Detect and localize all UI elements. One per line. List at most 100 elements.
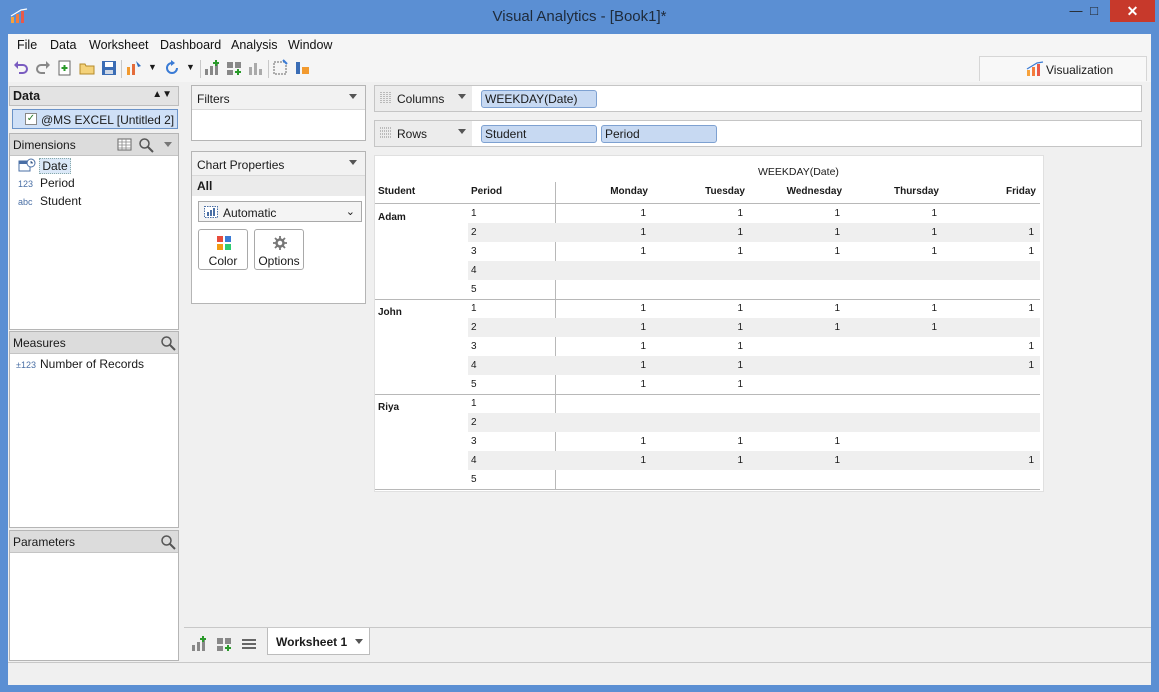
chevron-down-icon[interactable] bbox=[164, 142, 172, 147]
filters-title: Filters bbox=[197, 92, 230, 106]
group-divider bbox=[375, 394, 1040, 395]
chevron-down-icon[interactable] bbox=[355, 639, 363, 644]
dimensions-header: Dimensions bbox=[10, 134, 178, 156]
maximize-button[interactable]: □ bbox=[1080, 0, 1108, 22]
period-label: 1 bbox=[471, 303, 477, 314]
column-header-day: Monday bbox=[610, 186, 648, 197]
parameters-header: Parameters bbox=[10, 531, 178, 553]
chevron-down-icon[interactable] bbox=[349, 160, 357, 165]
row-band bbox=[468, 223, 1040, 242]
data-source-icon[interactable] bbox=[125, 59, 143, 77]
worksheet-tab[interactable]: Worksheet 1 bbox=[267, 628, 370, 655]
options-button-label: Options bbox=[258, 254, 300, 268]
crosstab-view[interactable]: WEEKDAY(Date) Student Period Monday Tuesd… bbox=[374, 155, 1044, 492]
save-icon[interactable] bbox=[100, 59, 118, 77]
chevron-down-icon[interactable] bbox=[349, 94, 357, 99]
menu-window[interactable]: Window bbox=[288, 38, 332, 52]
refresh-icon[interactable] bbox=[163, 59, 181, 77]
record-count-cell: 1 bbox=[931, 227, 937, 238]
measure-field[interactable]: ±123 Number of Records bbox=[16, 357, 144, 373]
divider bbox=[375, 203, 1040, 204]
sort-icon[interactable]: ▲▼ bbox=[152, 89, 172, 100]
chevron-down-icon[interactable] bbox=[458, 129, 466, 134]
student-label: Riya bbox=[378, 402, 400, 413]
record-count-cell: 1 bbox=[737, 360, 743, 371]
row-pill-label: Student bbox=[485, 127, 527, 141]
sheet-list-icon[interactable] bbox=[240, 635, 258, 653]
all-marks-row[interactable]: All bbox=[192, 176, 365, 196]
record-count-cell: 1 bbox=[834, 208, 840, 219]
record-count-cell: 1 bbox=[834, 303, 840, 314]
mark-type-select[interactable]: Automatic ⌄ bbox=[198, 201, 362, 222]
new-dashboard-icon[interactable] bbox=[225, 59, 243, 77]
dropdown-arrow-icon[interactable]: ▼ bbox=[186, 62, 204, 80]
new-worksheet-icon[interactable] bbox=[190, 635, 208, 653]
row-band bbox=[468, 413, 1040, 432]
period-label: 1 bbox=[471, 398, 477, 409]
chevron-down-icon[interactable] bbox=[458, 94, 466, 99]
dimension-name: Period bbox=[40, 176, 75, 190]
automatic-mark-icon bbox=[204, 206, 218, 218]
menu-file[interactable]: File bbox=[17, 38, 37, 52]
menu-worksheet[interactable]: Worksheet bbox=[89, 38, 149, 52]
new-dashboard-icon[interactable] bbox=[215, 635, 233, 653]
swap-icon[interactable] bbox=[293, 59, 311, 77]
gear-icon bbox=[273, 236, 287, 250]
menu-data[interactable]: Data bbox=[50, 38, 76, 52]
filters-card[interactable]: Filters bbox=[191, 85, 366, 141]
group-divider bbox=[375, 299, 1040, 300]
period-label: 3 bbox=[471, 246, 477, 257]
row-pill-period[interactable]: Period bbox=[601, 125, 717, 143]
color-button[interactable]: Color bbox=[198, 229, 248, 270]
dimensions-title: Dimensions bbox=[13, 138, 76, 152]
checkmark-icon[interactable]: ✓ bbox=[25, 113, 37, 125]
record-count-cell: 1 bbox=[640, 246, 646, 257]
record-count-cell: 1 bbox=[737, 303, 743, 314]
open-icon[interactable] bbox=[78, 59, 96, 77]
undo-icon[interactable] bbox=[12, 59, 30, 77]
visualization-tab-label: Visualization bbox=[1046, 63, 1114, 77]
chart-icon[interactable] bbox=[247, 59, 265, 77]
options-button[interactable]: Options bbox=[254, 229, 304, 270]
record-count-cell: 1 bbox=[834, 227, 840, 238]
search-icon[interactable] bbox=[160, 534, 176, 550]
redo-icon[interactable] bbox=[34, 59, 52, 77]
dimension-field[interactable]: 123 Period bbox=[18, 176, 75, 192]
chevron-down-icon: ⌄ bbox=[345, 206, 355, 218]
period-label: 2 bbox=[471, 322, 477, 333]
dimension-field[interactable]: Date bbox=[18, 158, 71, 174]
record-count-cell: 1 bbox=[1028, 455, 1034, 466]
visualization-tab[interactable]: Visualization bbox=[979, 56, 1147, 81]
period-label: 3 bbox=[471, 341, 477, 352]
menu-dashboard[interactable]: Dashboard bbox=[160, 38, 221, 52]
record-count-cell: 1 bbox=[737, 227, 743, 238]
new-icon[interactable] bbox=[56, 59, 74, 77]
divider bbox=[375, 489, 1040, 490]
date-icon bbox=[18, 158, 36, 172]
record-count-cell: 1 bbox=[931, 322, 937, 333]
chart-properties-card: Chart Properties All Automatic ⌄ Color O… bbox=[191, 151, 366, 304]
parameters-panel: Parameters bbox=[9, 530, 179, 661]
row-band bbox=[468, 356, 1040, 375]
number-type-icon: 123 bbox=[18, 179, 34, 189]
chart-properties-header: Chart Properties bbox=[192, 152, 365, 176]
data-panel-header[interactable]: Data ▲▼ bbox=[9, 86, 179, 106]
record-count-cell: 1 bbox=[931, 208, 937, 219]
dimension-name: Date bbox=[39, 158, 71, 174]
rows-shelf[interactable]: Rows Student Period bbox=[374, 120, 1142, 147]
measures-panel: Measures ±123 Number of Records bbox=[9, 331, 179, 528]
row-pill-student[interactable]: Student bbox=[481, 125, 597, 143]
close-button[interactable]: ✕ bbox=[1110, 0, 1155, 22]
menu-analysis[interactable]: Analysis bbox=[231, 38, 278, 52]
new-worksheet-icon[interactable] bbox=[203, 59, 221, 77]
columns-shelf-label: Columns bbox=[397, 92, 445, 106]
sheet-tab-bar: Worksheet 1 bbox=[184, 627, 1151, 659]
column-pill[interactable]: WEEKDAY(Date) bbox=[481, 90, 597, 108]
dimension-field[interactable]: abc Student bbox=[18, 194, 81, 210]
search-icon[interactable] bbox=[160, 335, 176, 351]
clear-sheet-icon[interactable] bbox=[271, 59, 289, 77]
datasource-item[interactable]: ✓ @MS EXCEL [Untitled 2] bbox=[12, 109, 178, 129]
columns-shelf[interactable]: Columns WEEKDAY(Date) bbox=[374, 85, 1142, 112]
table-icon[interactable] bbox=[117, 137, 133, 153]
search-icon[interactable] bbox=[138, 137, 154, 153]
